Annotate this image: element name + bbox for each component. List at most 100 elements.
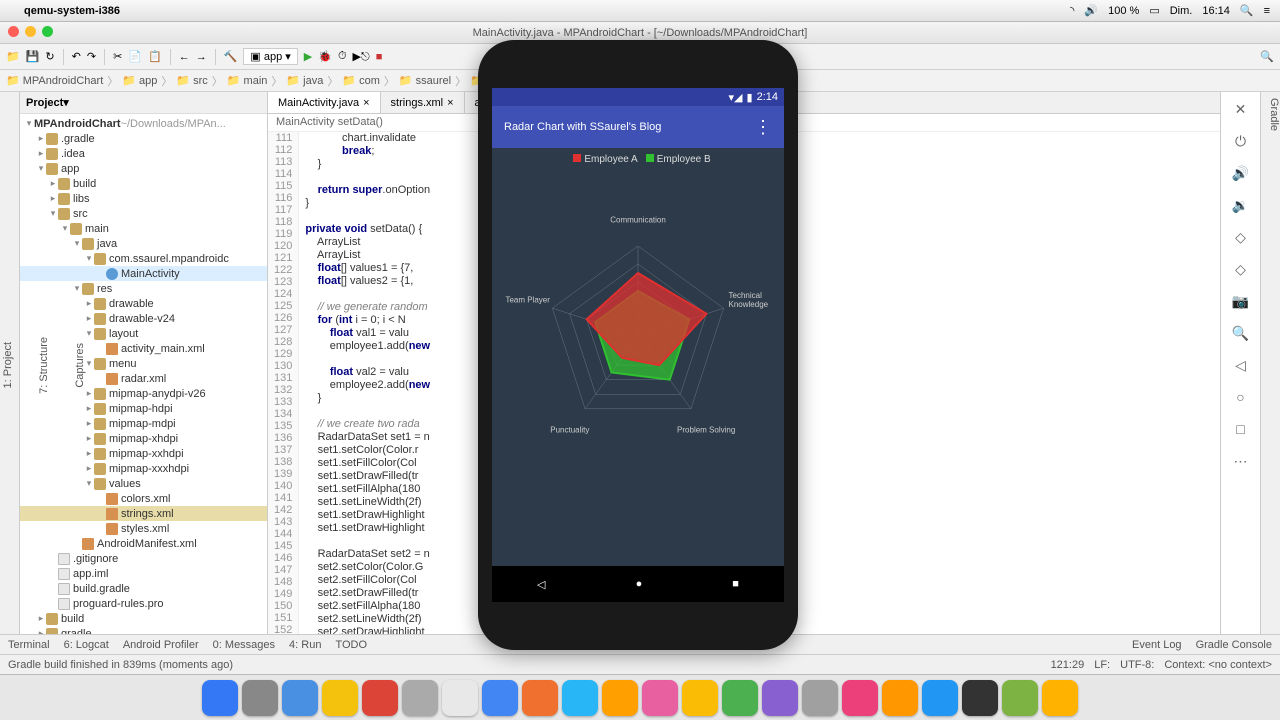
tree-node[interactable]: ▸gradle <box>20 626 267 634</box>
tree-node[interactable]: ▸build <box>20 611 267 626</box>
tool-tab[interactable]: Gradle Console <box>1196 639 1272 651</box>
dock-app[interactable] <box>962 680 998 716</box>
volume-down-icon[interactable]: 🔉 <box>1232 196 1250 214</box>
crumb[interactable]: 📁 com <box>342 74 380 87</box>
dock-app[interactable] <box>202 680 238 716</box>
tree-node[interactable]: radar.xml <box>20 371 267 386</box>
tool-tab[interactable]: TODO <box>335 639 367 651</box>
overview-icon[interactable]: □ <box>1232 420 1250 438</box>
redo-icon[interactable]: ↷ <box>87 50 96 63</box>
stop-icon[interactable]: ■ <box>376 51 383 63</box>
back-icon[interactable]: ◁ <box>537 578 545 591</box>
tree-node[interactable]: styles.xml <box>20 521 267 536</box>
close-icon[interactable]: ✕ <box>1232 100 1250 118</box>
debug-icon[interactable]: 🐞 <box>318 50 332 63</box>
dock-app[interactable] <box>1042 680 1078 716</box>
tree-node[interactable]: ▸mipmap-xhdpi <box>20 431 267 446</box>
tree-node[interactable]: activity_main.xml <box>20 341 267 356</box>
tree-node[interactable]: ▸drawable-v24 <box>20 311 267 326</box>
rotate-right-icon[interactable]: ◇ <box>1232 260 1250 278</box>
profile-icon[interactable]: ⏱ <box>338 50 347 63</box>
back-icon[interactable]: ← <box>179 51 190 63</box>
crumb[interactable]: 📁 app <box>122 74 157 87</box>
tree-node[interactable]: ▸.gradle <box>20 131 267 146</box>
project-tab[interactable]: 1: Project <box>0 338 16 392</box>
dock-app[interactable] <box>882 680 918 716</box>
dock-app[interactable] <box>402 680 438 716</box>
editor-tab[interactable]: MainActivity.java × <box>268 92 381 113</box>
dock-app[interactable] <box>1002 680 1038 716</box>
close-icon[interactable] <box>8 26 19 37</box>
back-icon[interactable]: ◁ <box>1232 356 1250 374</box>
crumb[interactable]: 📁 ssaurel <box>399 74 451 87</box>
close-icon[interactable]: × <box>363 97 369 109</box>
zoom-icon[interactable] <box>42 26 53 37</box>
run-config[interactable]: ▣ app ▾ <box>243 48 297 65</box>
tool-tab[interactable]: Event Log <box>1132 639 1182 651</box>
dock-app[interactable] <box>802 680 838 716</box>
sync-icon[interactable]: ↻ <box>45 50 54 63</box>
volume-up-icon[interactable]: 🔊 <box>1232 164 1250 182</box>
crumb[interactable]: 📁 main <box>227 74 268 87</box>
overview-icon[interactable]: ■ <box>732 578 739 590</box>
more-icon[interactable]: ⋯ <box>1232 452 1250 470</box>
undo-icon[interactable]: ↶ <box>72 50 81 63</box>
crumb[interactable]: 📁 src <box>176 74 207 87</box>
tree-node[interactable]: ▾main <box>20 221 267 236</box>
tree-node[interactable]: ▸mipmap-mdpi <box>20 416 267 431</box>
project-tree[interactable]: ▾MPAndroidChart ~/Downloads/MPAn...▸.gra… <box>20 114 267 634</box>
attach-icon[interactable]: ▶⎋ <box>353 50 370 64</box>
tree-node[interactable]: ▾java <box>20 236 267 251</box>
tool-tab[interactable]: 6: Logcat <box>64 639 109 651</box>
tree-node[interactable]: ▾app <box>20 161 267 176</box>
tree-node[interactable]: ▾values <box>20 476 267 491</box>
tree-node[interactable]: MainActivity <box>20 266 267 281</box>
dock-app[interactable] <box>842 680 878 716</box>
minimize-icon[interactable] <box>25 26 36 37</box>
tree-node[interactable]: ▸mipmap-anydpi-v26 <box>20 386 267 401</box>
run-icon[interactable]: ▶ <box>304 50 312 63</box>
build-icon[interactable]: 🔨 <box>224 50 238 63</box>
editor-tab[interactable]: strings.xml × <box>381 92 465 113</box>
tree-node[interactable]: ▾com.ssaurel.mpandroidc <box>20 251 267 266</box>
tree-node[interactable]: ▾menu <box>20 356 267 371</box>
tool-tab[interactable]: 0: Messages <box>213 639 275 651</box>
dock-app[interactable] <box>242 680 278 716</box>
tree-node[interactable]: ▾src <box>20 206 267 221</box>
search-icon[interactable]: 🔍 <box>1260 50 1274 63</box>
tree-node[interactable]: AndroidManifest.xml <box>20 536 267 551</box>
tree-node[interactable]: ▾res <box>20 281 267 296</box>
dock-app[interactable] <box>642 680 678 716</box>
dock-app[interactable] <box>362 680 398 716</box>
close-icon[interactable]: × <box>447 97 453 109</box>
structure-tab[interactable]: 7: Structure <box>36 333 52 398</box>
search-icon[interactable]: 🔍 <box>1240 4 1254 17</box>
tree-node[interactable]: ▾layout <box>20 326 267 341</box>
home-icon[interactable]: ○ <box>1232 388 1250 406</box>
zoom-icon[interactable]: 🔍 <box>1232 324 1250 342</box>
rotate-left-icon[interactable]: ◇ <box>1232 228 1250 246</box>
forward-icon[interactable]: → <box>196 51 207 63</box>
tool-tab[interactable]: Android Profiler <box>123 639 199 651</box>
dock-app[interactable] <box>442 680 478 716</box>
dock-app[interactable] <box>562 680 598 716</box>
dock-app[interactable] <box>762 680 798 716</box>
tree-node[interactable]: ▸libs <box>20 191 267 206</box>
notification-icon[interactable]: ≡ <box>1264 5 1270 17</box>
power-icon[interactable]: ⏻ <box>1232 132 1250 150</box>
dock-app[interactable] <box>282 680 318 716</box>
paste-icon[interactable]: 📋 <box>148 50 162 63</box>
tree-node[interactable]: colors.xml <box>20 491 267 506</box>
tree-node[interactable]: ▸build <box>20 176 267 191</box>
captures-tab[interactable]: Captures <box>72 339 88 392</box>
dock-app[interactable] <box>322 680 358 716</box>
dock-app[interactable] <box>602 680 638 716</box>
dock-app[interactable] <box>722 680 758 716</box>
dock-app[interactable] <box>922 680 958 716</box>
camera-icon[interactable]: 📷 <box>1232 292 1250 310</box>
tree-node[interactable]: proguard-rules.pro <box>20 596 267 611</box>
save-icon[interactable]: 💾 <box>26 50 40 63</box>
dock-app[interactable] <box>682 680 718 716</box>
crumb[interactable]: 📁 java <box>286 74 323 87</box>
dock-app[interactable] <box>482 680 518 716</box>
